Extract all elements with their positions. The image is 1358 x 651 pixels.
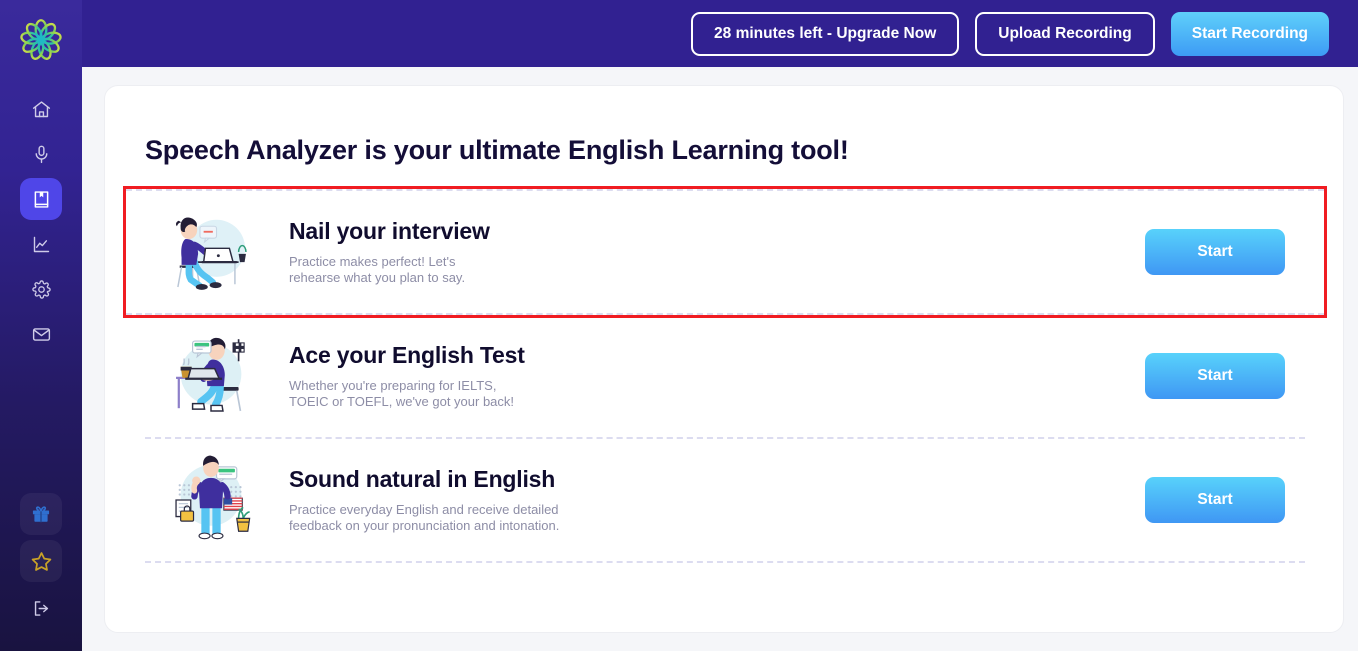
microphone-icon — [35, 145, 47, 163]
upgrade-now-button[interactable]: 28 minutes left - Upgrade Now — [691, 11, 960, 56]
card-description: Whether you're preparing for IELTS, TOEI… — [289, 378, 515, 409]
card-text-block: Ace your English Test Whether you're pre… — [257, 342, 1145, 410]
upload-recording-button[interactable]: Upload Recording — [975, 11, 1155, 56]
card-text-block: Sound natural in English Practice everyd… — [257, 466, 1145, 534]
card-title: Sound natural in English — [289, 466, 556, 492]
main-panel: Speech Analyzer is your ultimate English… — [104, 85, 1344, 633]
card-action: Start — [1145, 353, 1285, 399]
person-studying-at-desk-illustration — [165, 328, 257, 424]
card-description: Practice everyday English and receive de… — [289, 502, 560, 533]
start-recording-button[interactable]: Start Recording — [1170, 11, 1329, 56]
card-description: Practice makes perfect! Let's rehearse w… — [289, 254, 466, 285]
chart-line-icon — [33, 236, 49, 252]
person-at-laptop-illustration-svg — [176, 217, 247, 290]
card-title: Ace your English Test — [289, 342, 525, 368]
sidebar-item-analytics[interactable] — [20, 223, 62, 265]
card-action: Start — [1145, 477, 1285, 523]
logout-icon — [34, 600, 48, 616]
sidebar — [0, 0, 82, 651]
person-at-laptop-illustration — [165, 204, 257, 300]
start-button-nail-your-interview[interactable]: Start — [1145, 229, 1285, 275]
sidebar-item-messages[interactable] — [20, 313, 62, 355]
feature-card-nail-your-interview[interactable]: Nail your interview Practice makes perfe… — [123, 186, 1327, 318]
page-content-area: Speech Analyzer is your ultimate English… — [82, 67, 1358, 651]
feature-card-sound-natural-in-english[interactable]: Sound natural in English Practice everyd… — [145, 437, 1305, 563]
feature-card-list: Nail your interview Practice makes perfe… — [123, 186, 1327, 563]
flower-logo-icon — [20, 19, 62, 60]
header-actions: 28 minutes left - Upgrade Now Upload Rec… — [691, 11, 1329, 56]
top-header-bar: 28 minutes left - Upgrade Now Upload Rec… — [0, 0, 1358, 67]
gear-icon — [31, 279, 51, 299]
sidebar-item-settings[interactable] — [20, 268, 62, 310]
card-title: Nail your interview — [289, 218, 490, 244]
sidebar-nav-bottom — [20, 493, 62, 632]
app-logo[interactable] — [16, 16, 66, 64]
star-icon — [31, 551, 51, 571]
sidebar-item-home[interactable] — [20, 88, 62, 130]
sidebar-nav-top — [20, 88, 62, 358]
app-root: 28 minutes left - Upgrade Now Upload Rec… — [0, 0, 1358, 651]
start-button-sound-natural-in-english[interactable]: Start — [1145, 477, 1285, 523]
sidebar-item-logout[interactable] — [20, 587, 62, 629]
sidebar-item-recordings[interactable] — [20, 133, 62, 175]
sidebar-item-library[interactable] — [20, 178, 62, 220]
sidebar-item-rewards[interactable] — [20, 493, 62, 535]
home-icon — [32, 100, 50, 117]
feature-card-ace-your-english-test[interactable]: Ace your English Test Whether you're pre… — [145, 313, 1305, 439]
person-waving-with-flag-illustration-svg — [175, 455, 251, 540]
person-waving-with-flag-illustration — [165, 452, 257, 548]
start-button-ace-your-english-test[interactable]: Start — [1145, 353, 1285, 399]
gift-icon — [32, 506, 50, 523]
envelope-icon — [32, 327, 50, 341]
card-text-block: Nail your interview Practice makes perfe… — [257, 218, 1145, 286]
person-studying-at-desk-illustration-svg — [176, 337, 245, 412]
page-title: Speech Analyzer is your ultimate English… — [145, 135, 849, 165]
book-icon — [34, 190, 48, 208]
card-action: Start — [1145, 229, 1285, 275]
sidebar-item-favorites[interactable] — [20, 540, 62, 582]
